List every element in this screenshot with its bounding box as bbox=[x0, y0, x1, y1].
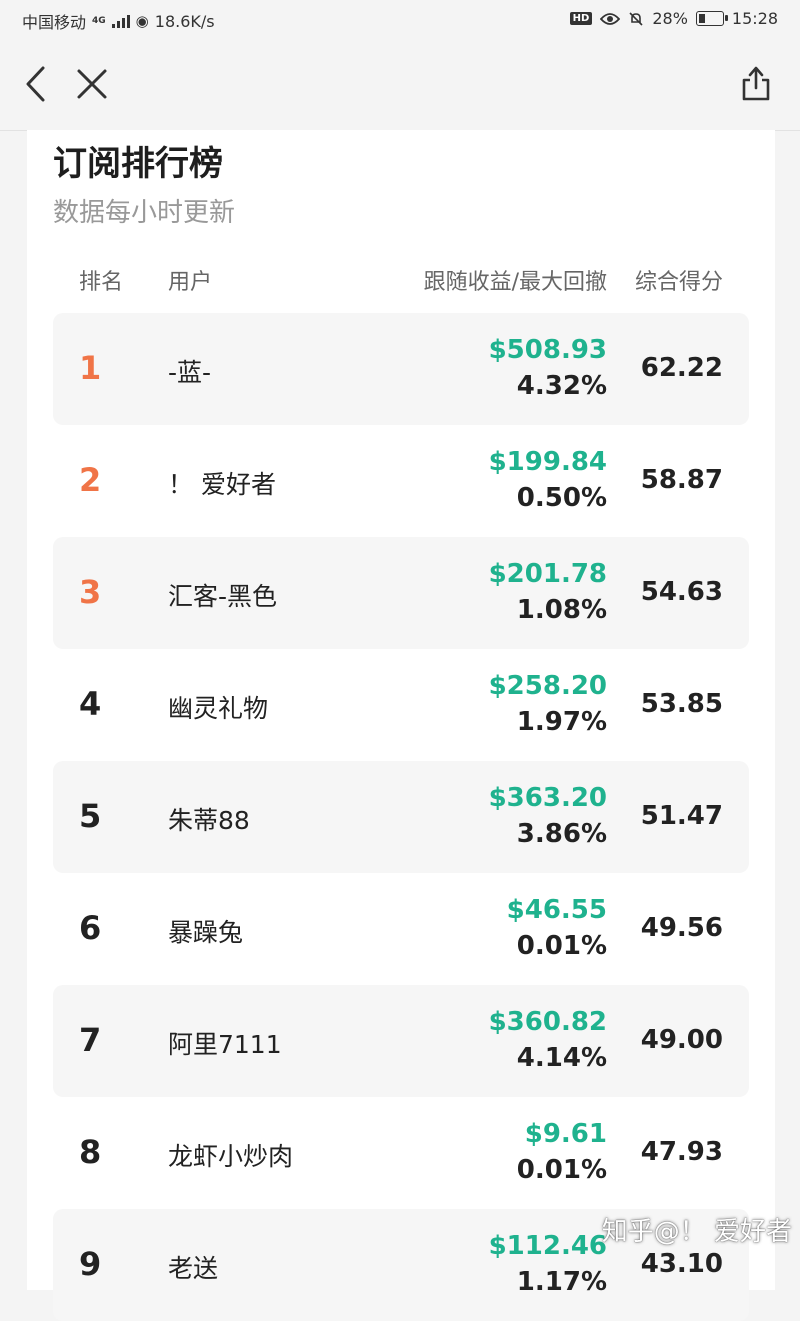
user-name: 暴躁兔 bbox=[168, 918, 244, 947]
follow-gain: $508.93 bbox=[488, 335, 607, 365]
table-row[interactable]: 1 -蓝- $508.93 4.32% 62.22 bbox=[53, 313, 749, 425]
max-drawdown: 0.01% bbox=[516, 1155, 607, 1185]
follow-gain: $360.82 bbox=[488, 1007, 607, 1037]
signal-icon bbox=[111, 14, 130, 28]
rank-cell: 4 bbox=[79, 685, 102, 723]
follow-gain: $363.20 bbox=[488, 783, 607, 813]
status-left: 中国移动 4G ◉ 18.6K/s bbox=[22, 9, 215, 33]
network-speed: 18.6K/s bbox=[154, 11, 215, 31]
chevron-left-icon bbox=[26, 66, 45, 102]
table-row[interactable]: 5 朱蒂88 $363.20 3.86% 51.47 bbox=[53, 761, 749, 873]
header-performance: 跟随收益/最大回撤 bbox=[423, 270, 607, 295]
max-drawdown: 3.86% bbox=[516, 819, 607, 849]
header-score: 综合得分 bbox=[634, 270, 723, 295]
back-button[interactable] bbox=[10, 58, 62, 110]
user-name: ！ 爱好者 bbox=[168, 470, 276, 499]
share-icon bbox=[742, 66, 770, 101]
page-title: 订阅排行榜 bbox=[53, 144, 223, 184]
battery-icon bbox=[695, 11, 728, 26]
max-drawdown: 1.08% bbox=[516, 595, 607, 625]
header-user: 用户 bbox=[168, 270, 213, 295]
max-drawdown: 1.97% bbox=[516, 707, 607, 737]
header-rank: 排名 bbox=[79, 270, 124, 295]
nav-bar bbox=[0, 38, 800, 131]
composite-score: 49.00 bbox=[640, 1025, 723, 1055]
max-drawdown: 0.01% bbox=[516, 931, 607, 961]
rank-cell: 1 bbox=[79, 349, 102, 387]
wifi-icon: ◉ bbox=[135, 12, 149, 30]
rank-cell: 3 bbox=[79, 573, 102, 611]
close-icon bbox=[77, 69, 107, 99]
rank-cell: 7 bbox=[79, 1021, 102, 1059]
page-subtitle: 数据每小时更新 bbox=[53, 198, 236, 228]
rank-cell: 9 bbox=[79, 1245, 102, 1283]
max-drawdown: 4.32% bbox=[516, 371, 607, 401]
table-row[interactable]: 8 龙虾小炒肉 $9.61 0.01% 47.93 bbox=[53, 1097, 749, 1209]
composite-score: 54.63 bbox=[640, 577, 723, 607]
composite-score: 58.87 bbox=[640, 465, 723, 495]
composite-score: 43.10 bbox=[640, 1249, 723, 1279]
follow-gain: $201.78 bbox=[488, 559, 607, 589]
status-right: HD 28% 15:28 bbox=[569, 9, 778, 28]
table-row[interactable]: 2 ！ 爱好者 $199.84 0.50% 58.87 bbox=[53, 425, 749, 537]
follow-gain: $112.46 bbox=[488, 1231, 607, 1261]
follow-gain: $46.55 bbox=[506, 895, 607, 925]
composite-score: 53.85 bbox=[640, 689, 723, 719]
max-drawdown: 1.17% bbox=[516, 1267, 607, 1297]
close-button[interactable] bbox=[66, 58, 118, 110]
watermark: 知乎@！ 爱好者 bbox=[601, 1217, 792, 1247]
carrier-name: 中国移动 bbox=[22, 13, 87, 32]
user-name: 幽灵礼物 bbox=[168, 694, 269, 723]
rank-cell: 2 bbox=[79, 461, 102, 499]
table-row[interactable]: 4 幽灵礼物 $258.20 1.97% 53.85 bbox=[53, 649, 749, 761]
composite-score: 51.47 bbox=[640, 801, 723, 831]
share-button[interactable] bbox=[730, 58, 782, 110]
table-row[interactable]: 7 阿里7111 $360.82 4.14% 49.00 bbox=[53, 985, 749, 1097]
composite-score: 47.93 bbox=[640, 1137, 723, 1167]
rank-cell: 8 bbox=[79, 1133, 102, 1171]
rank-cell: 5 bbox=[79, 797, 102, 835]
table-header: 排名 用户 跟随收益/最大回撤 综合得分 bbox=[53, 260, 749, 300]
user-name: 龙虾小炒肉 bbox=[168, 1142, 294, 1171]
user-name: -蓝- bbox=[168, 358, 212, 387]
ranking-list: 1 -蓝- $508.93 4.32% 62.22 2 ！ 爱好者 $199.84 0.50% 5… bbox=[53, 313, 749, 1321]
composite-score: 49.56 bbox=[640, 913, 723, 943]
mute-bell-icon bbox=[629, 11, 643, 26]
rank-cell: 6 bbox=[79, 909, 102, 947]
table-row[interactable]: 6 暴躁兔 $46.55 0.01% 49.56 bbox=[53, 873, 749, 985]
follow-gain: $199.84 bbox=[488, 447, 607, 477]
table-row[interactable]: 3 汇客-黑色 $201.78 1.08% 54.63 bbox=[53, 537, 749, 649]
network-type: 4G bbox=[92, 16, 106, 26]
follow-gain: $9.61 bbox=[524, 1119, 607, 1149]
max-drawdown: 4.14% bbox=[516, 1043, 607, 1073]
max-drawdown: 0.50% bbox=[516, 483, 607, 513]
status-bar: 中国移动 4G ◉ 18.6K/s HD 28% 15:28 bbox=[0, 0, 800, 38]
user-name: 阿里7111 bbox=[168, 1030, 282, 1059]
battery-percent: 28% bbox=[652, 9, 688, 28]
user-name: 朱蒂88 bbox=[168, 806, 250, 835]
follow-gain: $258.20 bbox=[488, 671, 607, 701]
user-name: 汇客-黑色 bbox=[168, 582, 278, 611]
hd-icon: HD bbox=[569, 12, 593, 25]
eye-icon bbox=[600, 12, 621, 25]
composite-score: 62.22 bbox=[640, 353, 723, 383]
ranking-card: 订阅排行榜 数据每小时更新 排名 用户 跟随收益/最大回撤 综合得分 1 -蓝- $… bbox=[27, 130, 775, 1321]
clock: 15:28 bbox=[731, 9, 778, 28]
